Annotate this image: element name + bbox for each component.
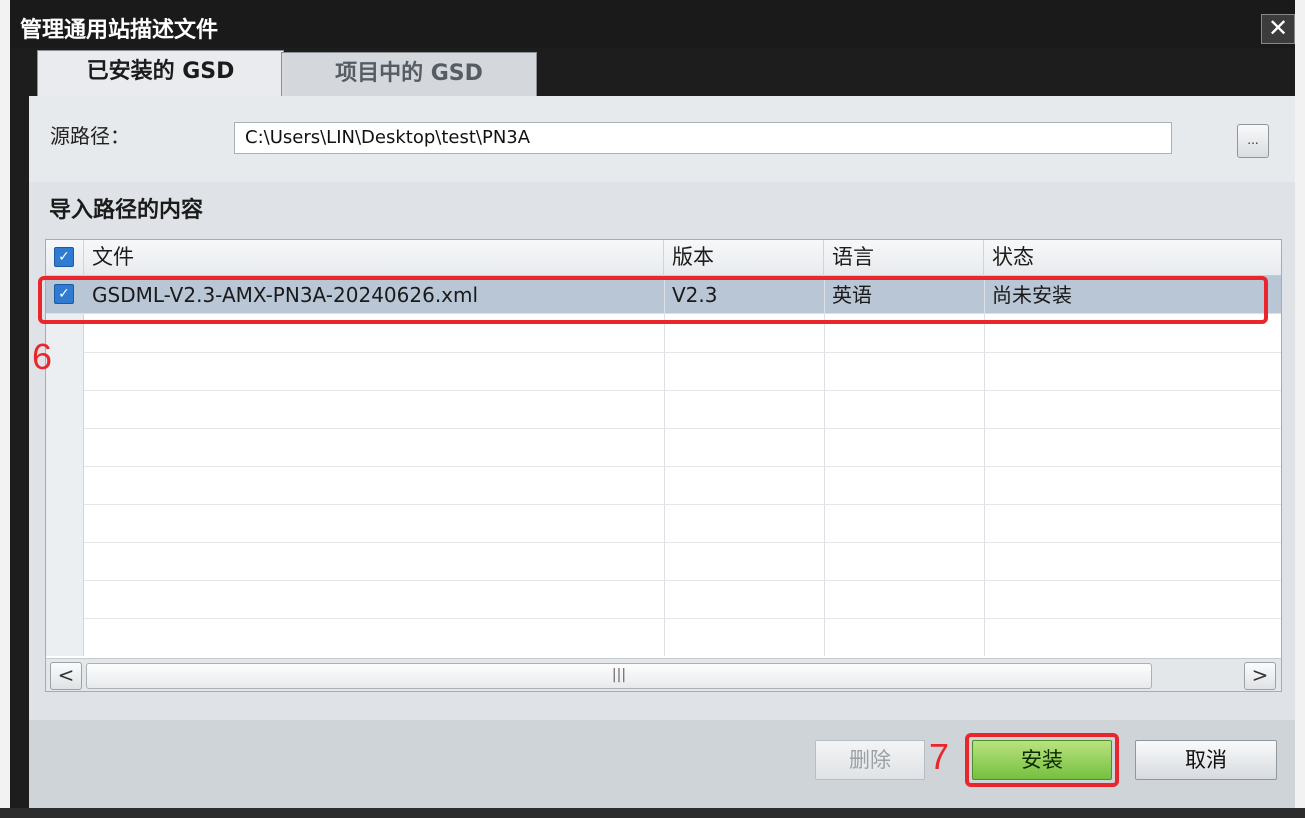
row-divider — [84, 466, 1281, 467]
row-divider — [84, 352, 1281, 353]
browse-button[interactable]: ... — [1237, 124, 1269, 158]
button-bar: 删除 安装 取消 7 — [29, 720, 1295, 808]
scroll-right-icon[interactable]: > — [1244, 662, 1276, 690]
row-divider — [84, 428, 1281, 429]
gsd-dialog: 管理通用站描述文件 ✕ 已安装的 GSD 项目中的 GSD 源路径： C:\Us… — [10, 0, 1295, 818]
column-header-status[interactable]: 状态 — [984, 240, 1281, 276]
scroll-thumb[interactable]: ||| — [86, 663, 1152, 689]
column-header-version[interactable]: 版本 — [664, 240, 824, 276]
select-all-checkbox[interactable]: ✓ — [54, 247, 74, 267]
row-divider — [84, 580, 1281, 581]
source-path-label: 源路径： — [50, 124, 130, 148]
row-divider — [84, 618, 1281, 619]
source-path-input[interactable]: C:\Users\LIN\Desktop\test\PN3A — [234, 122, 1172, 154]
source-path-area: 源路径： C:\Users\LIN\Desktop\test\PN3A ... — [29, 96, 1295, 182]
tab-content: 源路径： C:\Users\LIN\Desktop\test\PN3A ... … — [29, 96, 1295, 808]
column-header-file[interactable]: 文件 — [84, 240, 664, 276]
background-edge-left — [0, 0, 10, 818]
bottom-edge — [0, 808, 1305, 818]
tab-project-gsd[interactable]: 项目中的 GSD — [281, 52, 537, 96]
background-edge-right — [1295, 0, 1305, 818]
row-divider — [84, 390, 1281, 391]
section-title: 导入路径的内容 — [49, 198, 204, 223]
row-divider — [84, 542, 1281, 543]
annotation-number-7: 7 — [929, 736, 950, 777]
delete-button[interactable]: 删除 — [815, 740, 925, 780]
row-divider — [84, 504, 1281, 505]
horizontal-scrollbar[interactable]: < ||| > — [46, 658, 1281, 691]
table-header: ✓ 文件 版本 语言 状态 — [46, 240, 1281, 276]
cancel-button[interactable]: 取消 — [1135, 740, 1277, 780]
column-header-language[interactable]: 语言 — [824, 240, 984, 276]
header-checkbox-cell: ✓ — [46, 240, 84, 276]
title-bar: 管理通用站描述文件 ✕ — [10, 0, 1295, 48]
scroll-left-icon[interactable]: < — [50, 662, 82, 690]
annotation-number-6: 6 — [32, 336, 53, 377]
row-highlight-annotation — [38, 276, 1268, 324]
close-button[interactable]: ✕ — [1261, 14, 1295, 44]
tab-installed-gsd[interactable]: 已安装的 GSD — [37, 50, 284, 98]
window-title: 管理通用站描述文件 — [20, 18, 219, 43]
install-highlight-annotation — [965, 733, 1119, 787]
